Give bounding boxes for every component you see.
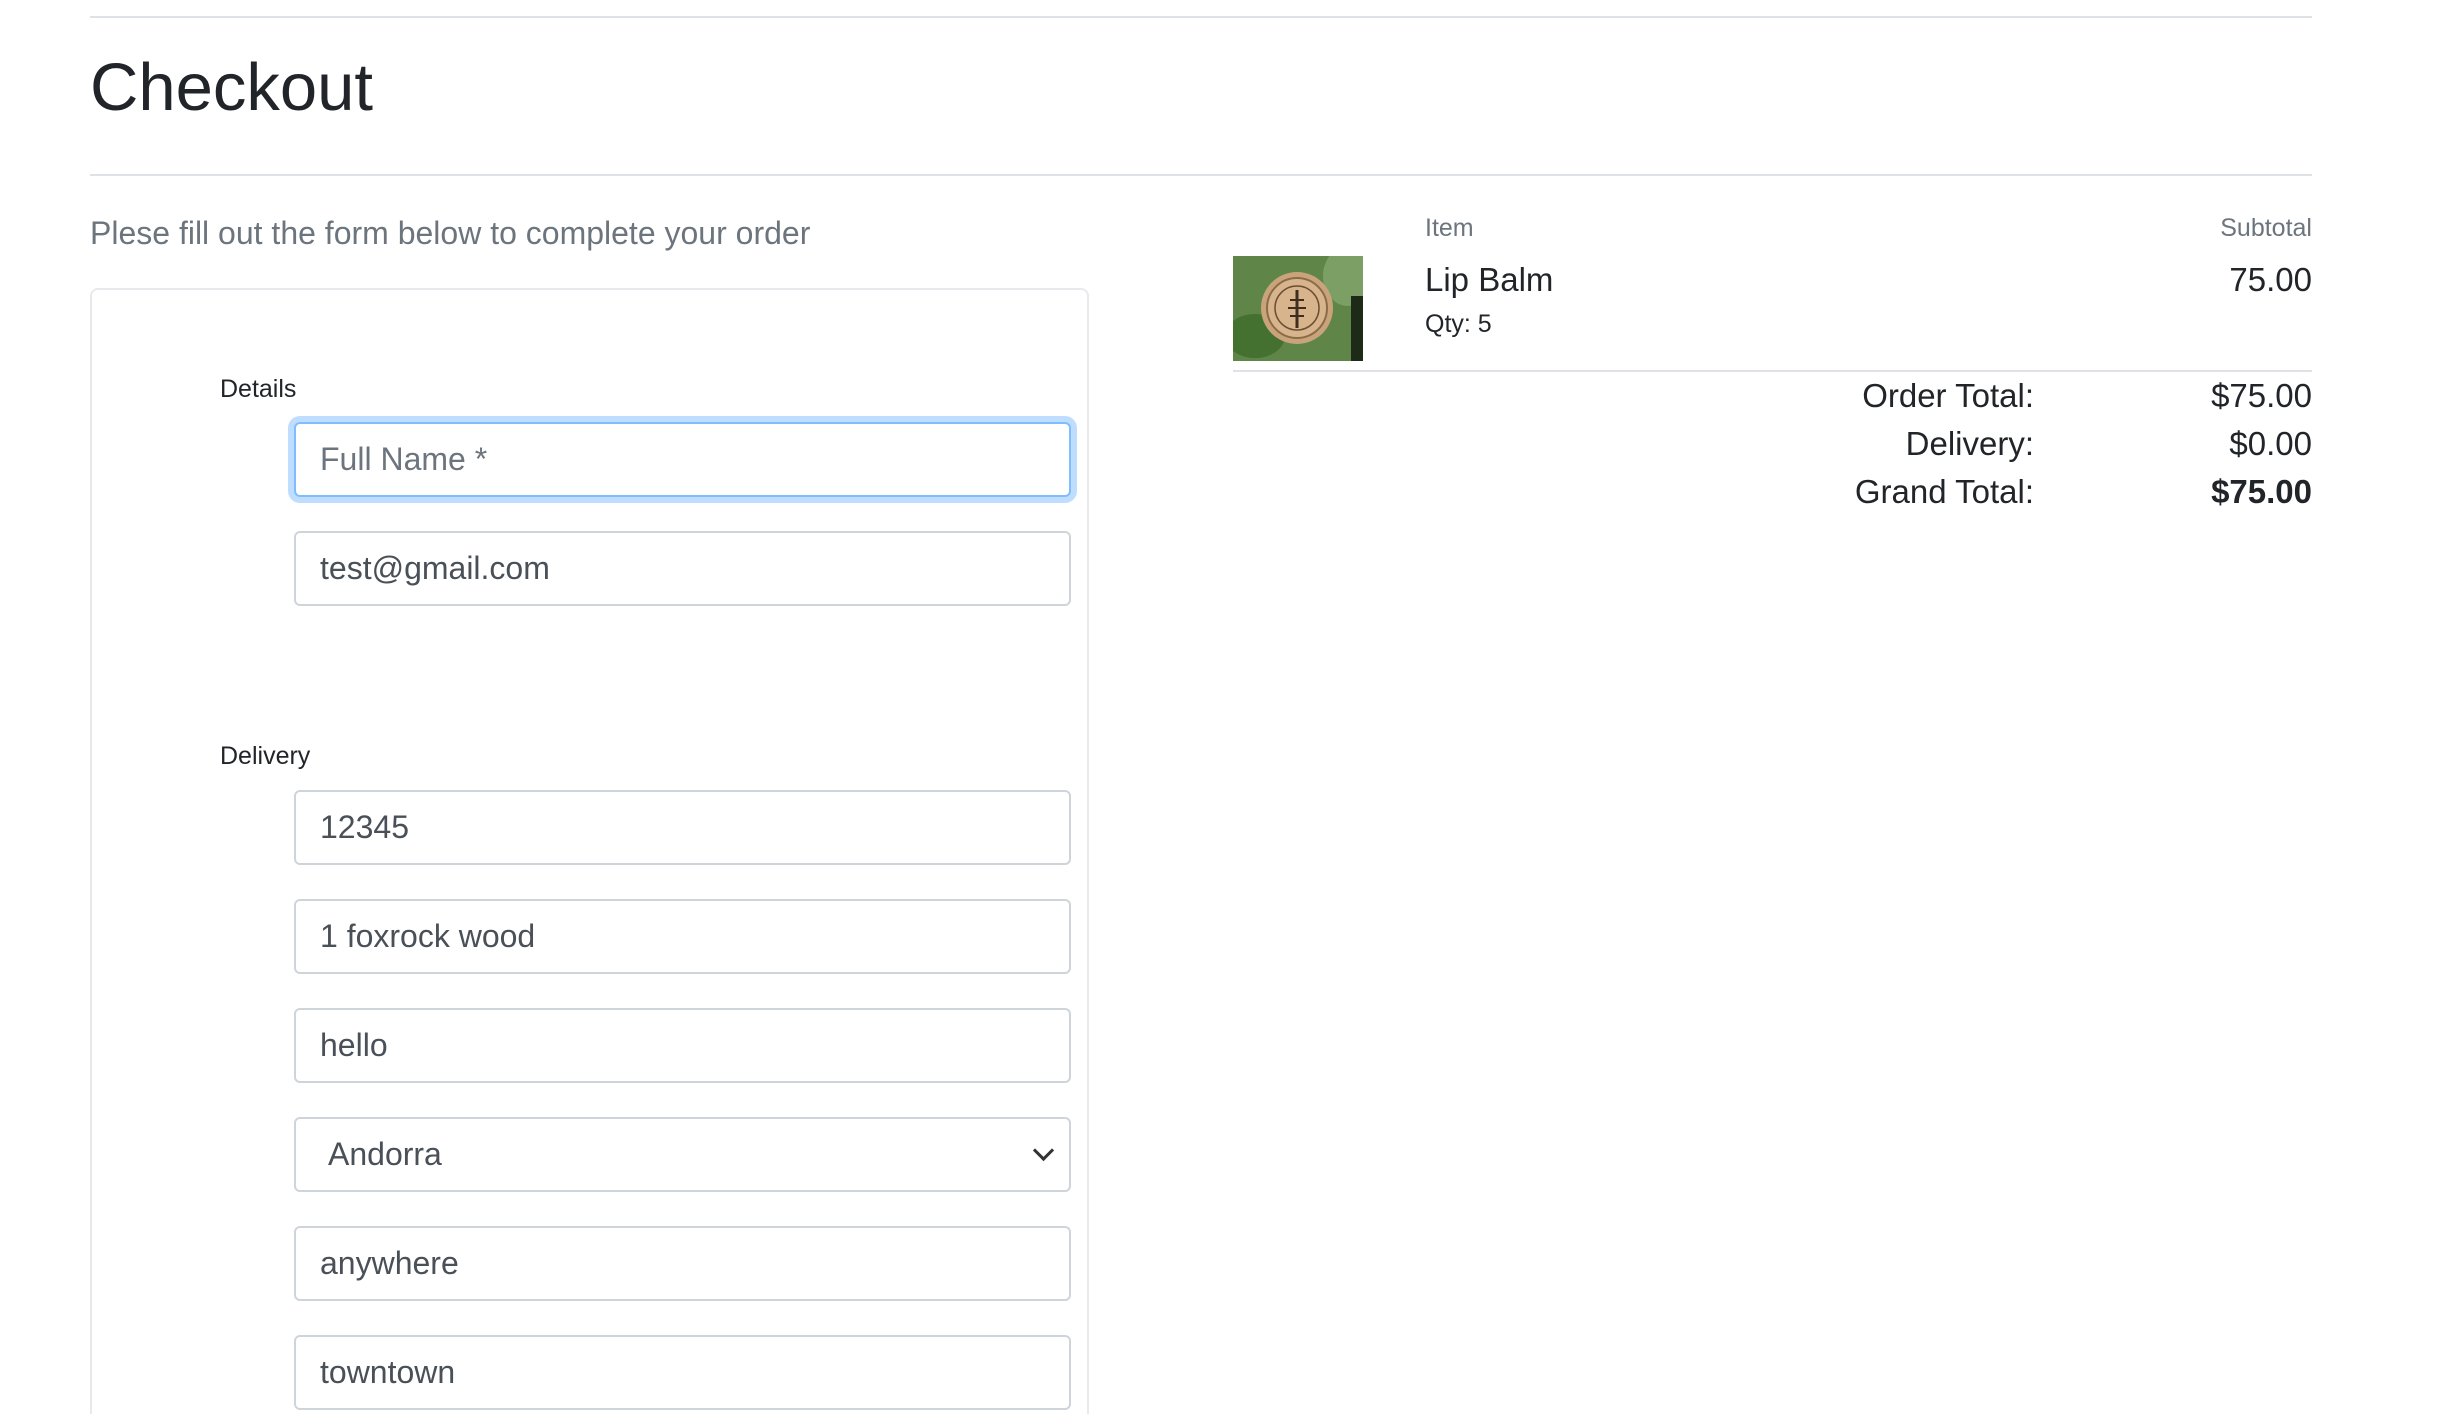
page-subtitle: Plese fill out the form below to complet… <box>90 215 811 251</box>
checkout-form-card: Details Delivery Andorra <box>90 288 1089 1414</box>
full-name-input[interactable] <box>294 422 1071 497</box>
grand-total-value: $75.00 <box>2211 473 2312 510</box>
summary-item-name: Lip Balm <box>1425 261 1554 298</box>
phone-number-input[interactable] <box>294 790 1071 865</box>
summary-header-subtotal: Subtotal <box>2220 214 2312 242</box>
summary-divider <box>1233 370 2312 372</box>
details-section-label: Details <box>220 375 297 403</box>
title-divider <box>90 174 2312 176</box>
grand-total-label: Grand Total: <box>1854 473 2034 510</box>
county-input[interactable] <box>294 1335 1071 1410</box>
delivery-section-label: Delivery <box>220 742 311 770</box>
street-address1-input[interactable] <box>294 899 1071 974</box>
country-selected-value: Andorra <box>328 1136 442 1172</box>
top-divider <box>90 16 2312 18</box>
order-total-label: Order Total: <box>1862 377 2034 414</box>
lip-balm-tin-icon <box>1233 256 1363 361</box>
delivery-cost-label: Delivery: <box>1905 425 2034 462</box>
summary-header-item: Item <box>1425 214 1474 242</box>
summary-item-subtotal: 75.00 <box>2229 261 2312 298</box>
summary-item-quantity: Qty: 5 <box>1425 310 1492 338</box>
page-title: Checkout <box>90 50 374 125</box>
checkout-page: Checkout Plese fill out the form below t… <box>0 0 2438 1414</box>
street-address2-input[interactable] <box>294 1008 1071 1083</box>
delivery-cost-value: $0.00 <box>2229 425 2312 462</box>
lip-balm-product-image <box>1233 256 1363 361</box>
email-input[interactable] <box>294 531 1071 606</box>
order-total-value: $75.00 <box>2211 377 2312 414</box>
town-input[interactable] <box>294 1226 1071 1301</box>
country-select[interactable]: Andorra <box>294 1117 1071 1192</box>
chevron-down-icon <box>1032 1139 1055 1162</box>
